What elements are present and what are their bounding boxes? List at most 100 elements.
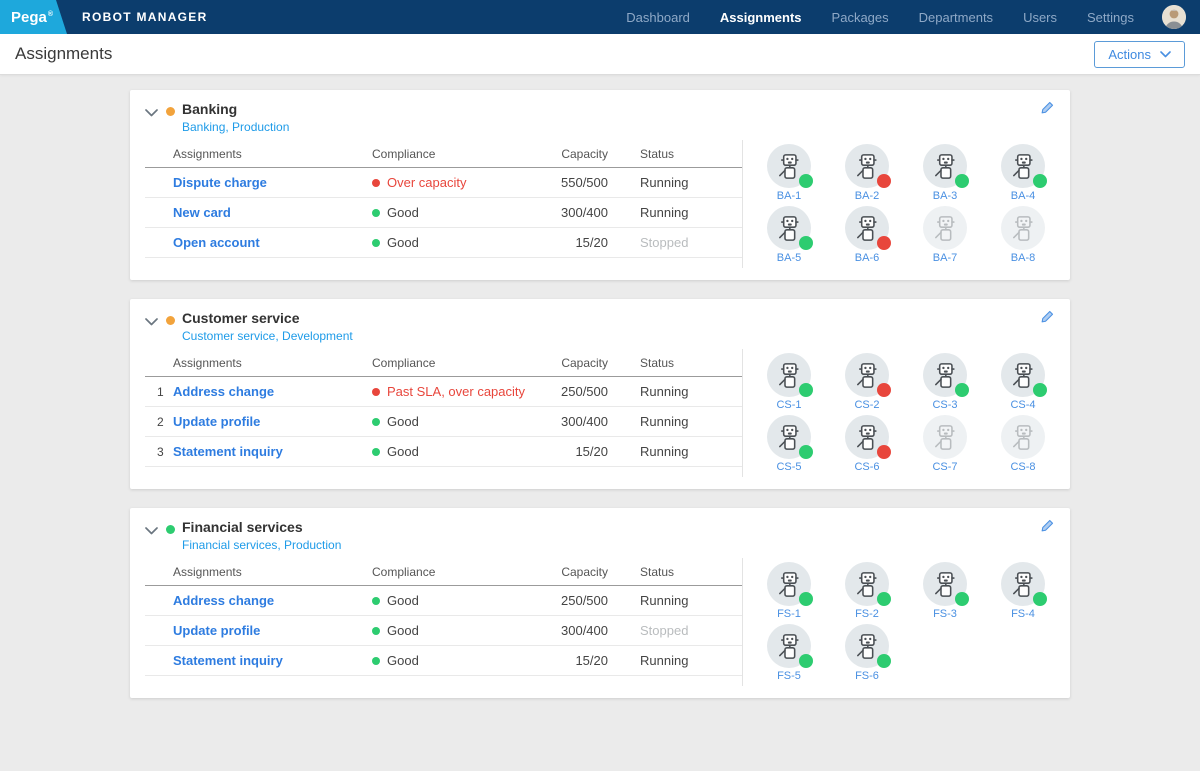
robot-item[interactable]: CS-6 — [828, 415, 906, 473]
robot-label-link[interactable]: FS-3 — [933, 608, 957, 620]
robot-avatar — [923, 562, 969, 606]
collapse-chevron-icon[interactable] — [145, 527, 158, 535]
department-body: Assignments Compliance Capacity Status D… — [130, 136, 1070, 280]
actions-button[interactable]: Actions — [1094, 40, 1185, 68]
robot-item[interactable]: BA-7 — [906, 206, 984, 264]
capacity-cell: 300/400 — [561, 414, 608, 429]
robot-item[interactable]: CS-7 — [906, 415, 984, 473]
robot-item[interactable]: FS-2 — [828, 562, 906, 620]
compliance-cell: Good — [372, 235, 540, 250]
robot-avatar — [923, 144, 969, 188]
edit-icon[interactable] — [1039, 99, 1056, 116]
robot-item[interactable]: CS-1 — [750, 353, 828, 411]
robot-label-link[interactable]: CS-8 — [1010, 461, 1035, 473]
robot-item[interactable]: FS-4 — [984, 562, 1062, 620]
registered-mark: ® — [47, 10, 54, 18]
assignment-link[interactable]: Address change — [173, 384, 372, 399]
department-subtitle-link[interactable]: Banking, Production — [182, 120, 289, 135]
robot-item[interactable]: BA-2 — [828, 144, 906, 202]
assignment-link[interactable]: Address change — [173, 593, 372, 608]
department-header: Customer service Customer service, Devel… — [130, 299, 1070, 345]
robot-label-link[interactable]: BA-3 — [933, 190, 957, 202]
robot-avatar — [923, 206, 967, 250]
robot-status-dot — [799, 174, 813, 188]
robot-grid: FS-1 FS-2 FS-3 FS-4 FS-5 FS-6 — [742, 558, 1070, 686]
collapse-chevron-icon[interactable] — [145, 318, 158, 326]
department-subtitle-link[interactable]: Financial services, Production — [182, 538, 341, 553]
nav-item-departments[interactable]: Departments — [919, 10, 993, 25]
robot-label-link[interactable]: FS-4 — [1011, 608, 1035, 620]
robot-label-link[interactable]: BA-1 — [777, 190, 801, 202]
robot-label-link[interactable]: FS-6 — [855, 670, 879, 682]
user-avatar[interactable] — [1162, 5, 1186, 29]
robot-item[interactable]: CS-2 — [828, 353, 906, 411]
robot-item[interactable]: FS-6 — [828, 624, 906, 682]
assignment-link[interactable]: Update profile — [173, 414, 372, 429]
compliance-text: Past SLA, over capacity — [387, 384, 526, 399]
robot-label-link[interactable]: CS-2 — [854, 399, 879, 411]
robot-label-link[interactable]: CS-6 — [854, 461, 879, 473]
assignment-link[interactable]: Open account — [173, 235, 372, 250]
col-capacity: Capacity — [561, 356, 608, 370]
nav-item-packages[interactable]: Packages — [832, 10, 889, 25]
compliance-dot — [372, 208, 380, 217]
edit-icon[interactable] — [1039, 308, 1056, 325]
robot-item[interactable]: BA-3 — [906, 144, 984, 202]
nav-item-settings[interactable]: Settings — [1087, 10, 1134, 25]
nav-item-assignments[interactable]: Assignments — [720, 10, 802, 25]
status-cell: Running — [640, 593, 689, 608]
status-cell: Stopped — [640, 235, 689, 250]
app-title: ROBOT MANAGER — [82, 10, 208, 24]
robot-item[interactable]: CS-5 — [750, 415, 828, 473]
robot-label-link[interactable]: FS-5 — [777, 670, 801, 682]
nav-item-dashboard[interactable]: Dashboard — [626, 10, 690, 25]
robot-label-link[interactable]: BA-7 — [933, 252, 957, 264]
capacity-cell: 15/20 — [575, 235, 608, 250]
robot-label-link[interactable]: CS-5 — [776, 461, 801, 473]
robot-item[interactable]: BA-1 — [750, 144, 828, 202]
robot-item[interactable]: CS-8 — [984, 415, 1062, 473]
robot-label-link[interactable]: BA-6 — [855, 252, 879, 264]
robot-item[interactable]: BA-8 — [984, 206, 1062, 264]
robot-label-link[interactable]: BA-4 — [1011, 190, 1035, 202]
robot-item[interactable]: BA-4 — [984, 144, 1062, 202]
robot-label-link[interactable]: CS-4 — [1010, 399, 1035, 411]
robot-avatar — [845, 353, 891, 397]
nav-item-users[interactable]: Users — [1023, 10, 1057, 25]
pega-logo[interactable]: Pega ® — [0, 0, 67, 34]
assignment-link[interactable]: Statement inquiry — [173, 653, 372, 668]
robot-item[interactable]: CS-4 — [984, 353, 1062, 411]
compliance-cell: Good — [372, 444, 540, 459]
robot-label-link[interactable]: FS-1 — [777, 608, 801, 620]
robot-item[interactable]: FS-1 — [750, 562, 828, 620]
department-subtitle-link[interactable]: Customer service, Development — [182, 329, 353, 344]
robot-item[interactable]: CS-3 — [906, 353, 984, 411]
assignment-link[interactable]: Update profile — [173, 623, 372, 638]
department-card: Financial services Financial services, P… — [130, 508, 1070, 698]
robot-label-link[interactable]: BA-8 — [1011, 252, 1035, 264]
robot-label-link[interactable]: CS-1 — [776, 399, 801, 411]
robot-label-link[interactable]: CS-7 — [932, 461, 957, 473]
robot-label-link[interactable]: BA-5 — [777, 252, 801, 264]
assignment-link[interactable]: New card — [173, 205, 372, 220]
compliance-cell: Past SLA, over capacity — [372, 384, 540, 399]
robot-item[interactable]: FS-3 — [906, 562, 984, 620]
col-assignments: Assignments — [173, 565, 242, 579]
table-row: 1 Address change Past SLA, over capacity… — [145, 377, 742, 407]
edit-icon[interactable] — [1039, 517, 1056, 534]
robot-item[interactable]: FS-5 — [750, 624, 828, 682]
robot-label-link[interactable]: FS-2 — [855, 608, 879, 620]
assignment-link[interactable]: Statement inquiry — [173, 444, 372, 459]
collapse-chevron-icon[interactable] — [145, 109, 158, 117]
compliance-text: Over capacity — [387, 175, 467, 190]
robot-item[interactable]: BA-6 — [828, 206, 906, 264]
compliance-dot — [372, 238, 380, 247]
robot-avatar — [767, 353, 813, 397]
robot-item[interactable]: BA-5 — [750, 206, 828, 264]
robot-label-link[interactable]: CS-3 — [932, 399, 957, 411]
table-row: Dispute charge Over capacity 550/500 Run… — [145, 168, 742, 198]
table-row: 3 Statement inquiry Good 15/20 Running — [145, 437, 742, 467]
robot-label-link[interactable]: BA-2 — [855, 190, 879, 202]
robot-status-dot — [955, 174, 969, 188]
assignment-link[interactable]: Dispute charge — [173, 175, 372, 190]
